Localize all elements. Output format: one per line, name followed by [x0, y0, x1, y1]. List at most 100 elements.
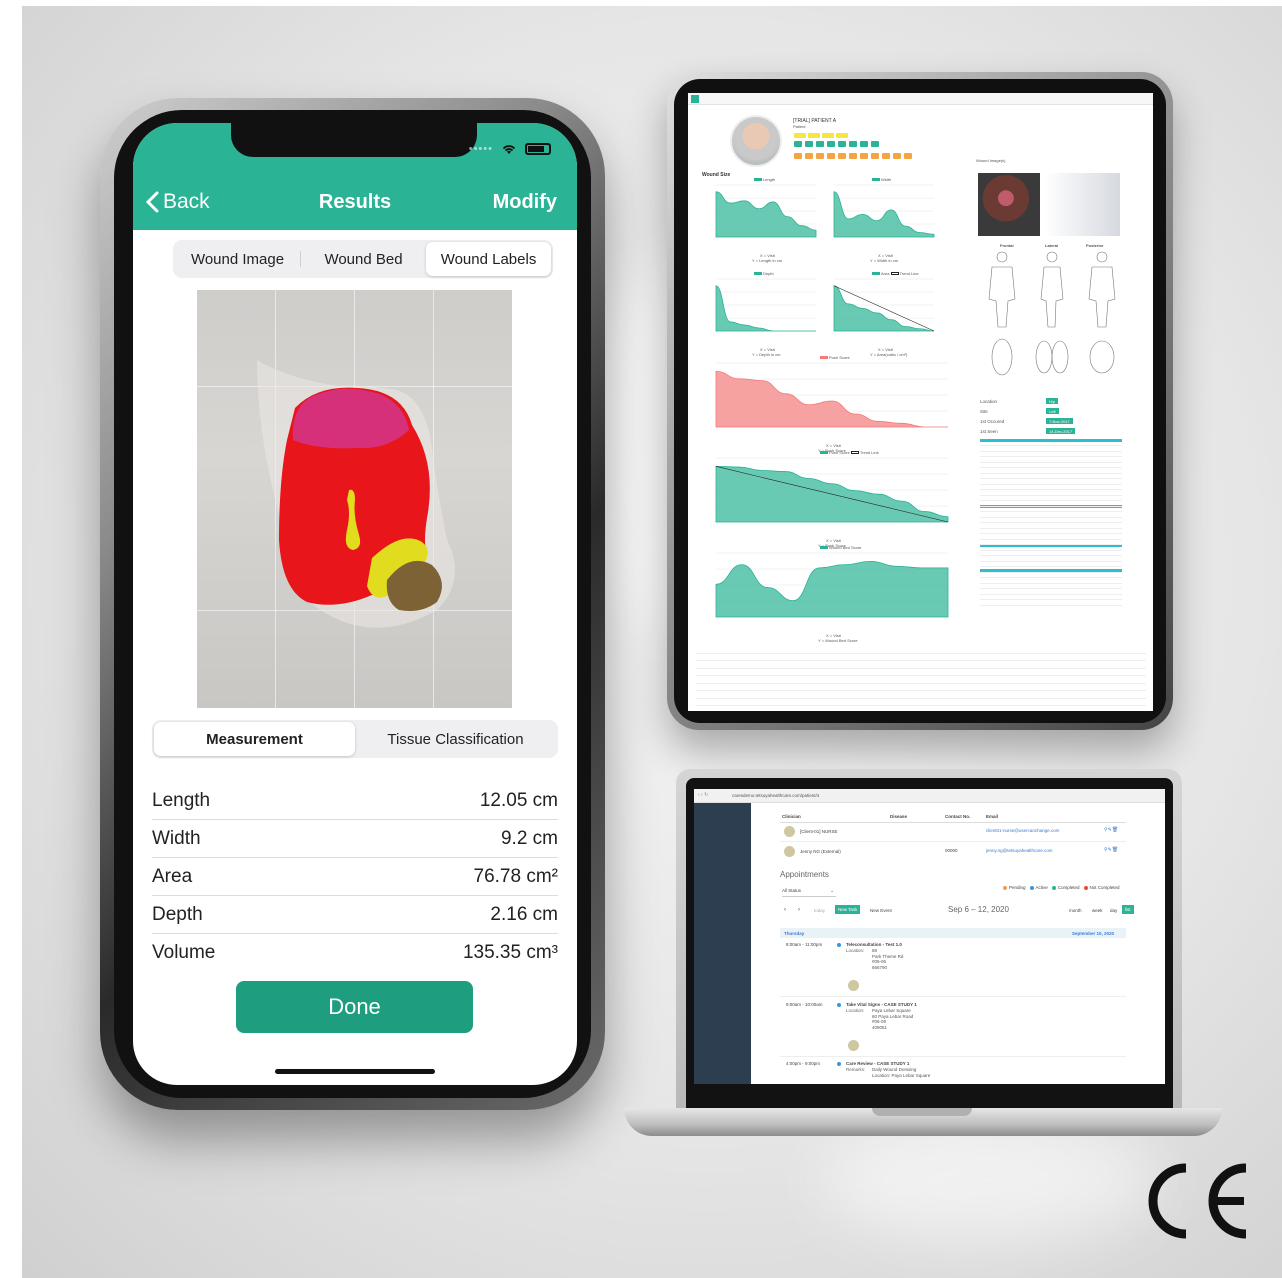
- view-week[interactable]: week: [1092, 908, 1103, 913]
- details-row: [980, 555, 1122, 556]
- measurement-label: Length: [152, 789, 211, 811]
- image-tabs: Wound Image Wound Bed Wound Labels: [173, 240, 553, 278]
- tablet-topbar: [688, 93, 1153, 105]
- row-actions-icon[interactable]: ⚲✎🗑: [1104, 827, 1118, 833]
- chart-legend[interactable]: Width: [872, 177, 891, 182]
- patient-action-button[interactable]: [871, 153, 879, 159]
- wound-chart: [715, 552, 949, 618]
- avatar: [848, 980, 859, 991]
- details-row: [980, 445, 1122, 446]
- column-header: Email: [986, 814, 999, 819]
- done-button[interactable]: Done: [236, 981, 473, 1033]
- patient-action-button[interactable]: [805, 141, 813, 147]
- browser-url-bar[interactable]: ‹ › ↻ caresdemo.tetsuyahealthcare.com/pa…: [694, 789, 1165, 803]
- body-view-label: Lateral: [1045, 243, 1059, 248]
- table-row: [696, 654, 1146, 661]
- details-row: [980, 494, 1122, 496]
- event-location-label: Location:: [846, 1008, 865, 1013]
- tab-wound-image[interactable]: Wound Image: [175, 242, 300, 276]
- wound-chart: [833, 184, 935, 238]
- chart-area-series: [715, 370, 948, 428]
- patient-action-button[interactable]: [816, 141, 824, 147]
- chart-legend[interactable]: Length: [754, 177, 775, 182]
- event-title[interactable]: Care Review - CASE STUDY 1: [846, 1061, 909, 1066]
- chart-legend[interactable]: Wound Bed Score: [820, 545, 861, 550]
- patient-action-button[interactable]: [794, 153, 802, 159]
- patient-action-button[interactable]: [849, 153, 857, 159]
- event-title[interactable]: Take Vital Signs - CASE STUDY 1: [846, 1002, 917, 1007]
- prev-button[interactable]: ‹: [784, 907, 786, 913]
- measurement-row-length: Length 12.05 cm: [152, 782, 558, 820]
- details-row: [980, 538, 1122, 540]
- chart-legend[interactable]: Push Score Trend Line: [820, 450, 879, 455]
- date-range: Sep 6 – 12, 2020: [948, 905, 1009, 914]
- tab-wound-labels[interactable]: Wound Labels: [426, 242, 551, 276]
- event-detail: 60 Paya Lebar Road: [872, 1013, 914, 1019]
- browser-nav-icons[interactable]: ‹ › ↻: [698, 792, 708, 798]
- patient-action-button[interactable]: [794, 141, 802, 147]
- event-location-label: Remarks:: [846, 1067, 866, 1072]
- patient-avatar: [730, 115, 782, 167]
- patient-action-button[interactable]: [805, 153, 813, 159]
- patient-action-button[interactable]: [904, 153, 912, 159]
- details-row: [980, 478, 1122, 479]
- divider: [780, 841, 1126, 842]
- patient-action-button[interactable]: [860, 153, 868, 159]
- battery-icon: [525, 143, 551, 155]
- details-row: [980, 500, 1122, 501]
- event-detail: #06-06: [872, 959, 887, 964]
- patient-action-button[interactable]: [827, 141, 835, 147]
- clinician-email[interactable]: client01-nurse@usercanchange.com: [986, 828, 1059, 833]
- tab-wound-bed[interactable]: Wound Bed: [301, 242, 426, 276]
- tab-measurement[interactable]: Measurement: [154, 722, 355, 756]
- row-actions-icon[interactable]: ⚲✎🗑: [1104, 847, 1118, 853]
- view-list[interactable]: list: [1122, 905, 1134, 914]
- chart-legend[interactable]: Depth: [754, 271, 774, 276]
- home-indicator[interactable]: [275, 1069, 435, 1074]
- patient-action-button[interactable]: [871, 141, 879, 147]
- today-button[interactable]: today: [814, 908, 825, 913]
- chart-area-series: [715, 285, 816, 332]
- column-header: Contact No.: [945, 814, 971, 819]
- patient-action-button[interactable]: [849, 141, 857, 147]
- status-select[interactable]: All Status ⌄: [782, 886, 836, 897]
- patient-action-button[interactable]: [838, 141, 846, 147]
- legend-item: Completed: [1051, 885, 1080, 890]
- table-row: [696, 676, 1146, 684]
- clinician-name: [Client-01] NURSE: [800, 829, 838, 834]
- wound-chart: [833, 278, 935, 332]
- location-value: 14-Dec-2017: [1046, 428, 1076, 434]
- next-button[interactable]: ›: [798, 907, 800, 913]
- patient-action-button[interactable]: [893, 153, 901, 159]
- tab-tissue-classification[interactable]: Tissue Classification: [355, 722, 556, 756]
- chart-legend[interactable]: Area Trend Line: [872, 271, 919, 276]
- url-text[interactable]: caresdemo.tetsuyahealthcare.com/patient/…: [732, 793, 819, 798]
- measurement-row-volume: Volume 135.35 cm³: [152, 934, 558, 972]
- phone-notch: [231, 123, 477, 157]
- chart-area-series: [715, 191, 817, 238]
- event-detail: 409051: [872, 1024, 888, 1030]
- view-month[interactable]: month: [1069, 908, 1082, 913]
- event-title[interactable]: Teleconsultation - Test 1.0: [846, 942, 902, 947]
- new-task-button[interactable]: New Task: [835, 905, 861, 914]
- event-detail: Location: Paya Lebar Square: [872, 1072, 931, 1078]
- body-map[interactable]: [980, 249, 1130, 379]
- chart-legend[interactable]: Push Score: [820, 355, 850, 360]
- wound-images-title: Wound Image(s): [976, 158, 1006, 163]
- new-event-button[interactable]: New Event: [870, 908, 892, 913]
- modify-button[interactable]: Modify: [493, 191, 557, 214]
- patient-action-button[interactable]: [860, 141, 868, 147]
- patient-action-button[interactable]: [827, 153, 835, 159]
- patient-action-button[interactable]: [882, 153, 890, 159]
- wound-segmentation: [257, 360, 455, 628]
- view-day[interactable]: day: [1110, 908, 1117, 913]
- chart-ylabel: Y = Length in cm: [752, 258, 783, 263]
- patient-action-button[interactable]: [816, 153, 824, 159]
- clinician-email[interactable]: jenny.ng@tetsuyahealthcare.com: [986, 848, 1053, 853]
- patient-action-button[interactable]: [838, 153, 846, 159]
- details-row: [980, 577, 1122, 578]
- wound-thumbnail[interactable]: [1044, 173, 1120, 236]
- wound-thumbnail[interactable]: [978, 173, 1040, 236]
- measurement-label: Depth: [152, 903, 203, 925]
- event-status-dot: [837, 943, 841, 947]
